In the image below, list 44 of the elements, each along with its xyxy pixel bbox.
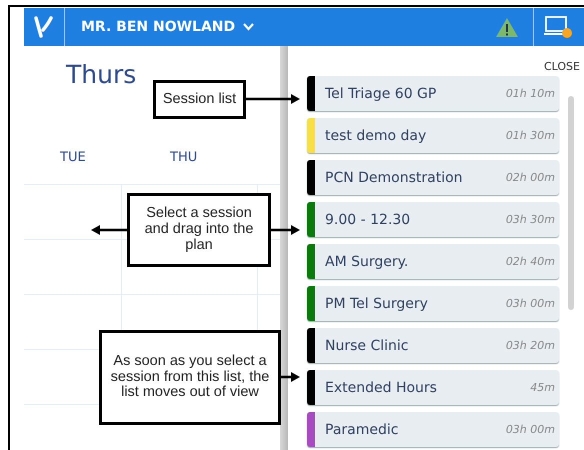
close-button[interactable]: CLOSE <box>544 46 584 76</box>
session-name: PCN Demonstration <box>324 170 464 186</box>
session-duration: 03h 30m <box>506 213 556 226</box>
session-name: AM Surgery. <box>324 254 410 270</box>
session-item[interactable]: 9.00 - 12.30 03h 30m <box>307 202 559 237</box>
session-duration: 03h 00m <box>506 423 556 436</box>
session-duration: 03h 00m <box>506 297 556 310</box>
session-duration: 02h 40m <box>506 255 556 268</box>
session-item[interactable]: PM Tel Surgery 03h 00m <box>307 286 559 321</box>
user-menu-button[interactable]: MR. BEN NOWLAND <box>65 19 254 35</box>
arrow <box>91 225 127 235</box>
session-duration: 03h 20m <box>506 339 556 352</box>
session-name: Paramedic <box>324 422 400 438</box>
logo-icon <box>34 16 54 38</box>
arrow <box>246 94 300 104</box>
session-item[interactable]: Tel Triage 60 GP 01h 10m <box>307 76 559 111</box>
arrow <box>271 225 300 235</box>
day-title: Thurs <box>66 60 136 89</box>
session-duration: 02h 00m <box>506 171 556 184</box>
callout: Session list <box>153 80 246 119</box>
chevron-down-icon <box>243 23 254 31</box>
session-name: PM Tel Surgery <box>324 296 429 312</box>
session-duration: 01h 30m <box>506 129 556 142</box>
session-name: Tel Triage 60 GP <box>324 86 438 102</box>
scrollbar[interactable] <box>568 96 574 310</box>
session-name: test demo day <box>324 128 428 144</box>
session-duration: 01h 10m <box>506 87 556 100</box>
day-column-header: THU <box>170 150 198 167</box>
warning-icon[interactable] <box>495 16 519 38</box>
day-column-header: TUE <box>60 150 87 167</box>
session-item[interactable]: AM Surgery. 02h 40m <box>307 244 559 279</box>
session-name: 9.00 - 12.30 <box>324 212 412 228</box>
session-item[interactable]: test demo day 01h 30m <box>307 118 559 153</box>
session-item[interactable]: Nurse Clinic 03h 20m <box>307 328 559 363</box>
session-item[interactable]: PCN Demonstration 02h 00m <box>307 160 559 195</box>
session-item[interactable]: Extended Hours 45m <box>307 370 559 405</box>
session-name: Nurse Clinic <box>324 338 410 354</box>
session-name: Extended Hours <box>324 380 438 396</box>
session-duration: 45m <box>530 381 556 394</box>
monitor-icon[interactable] <box>544 15 574 39</box>
session-item[interactable]: Paramedic 03h 00m <box>307 412 559 447</box>
callout: As soon as you select a session from this list, the list moves out of view <box>99 330 281 425</box>
callout: Select a session and drag into the plan <box>127 193 271 267</box>
arrow <box>281 372 300 382</box>
